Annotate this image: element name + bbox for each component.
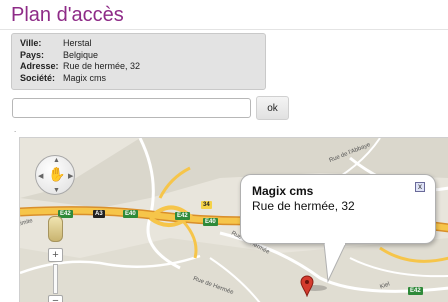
highway-shield: E42 [408, 287, 423, 295]
close-icon[interactable]: x [415, 182, 425, 192]
zoom-out-button[interactable]: − [48, 295, 63, 302]
address-search-input[interactable] [12, 98, 251, 118]
info-value: Rue de hermée, 32 [63, 61, 141, 71]
pan-down-arrow-icon[interactable]: ▼ [53, 187, 60, 194]
separator-dot: . [14, 125, 17, 134]
title-divider [0, 29, 448, 30]
page-title: Plan d'accès [11, 4, 124, 26]
info-value: Herstal [63, 38, 92, 48]
highway-shield: E40 [203, 218, 218, 226]
zoom-in-button[interactable]: + [48, 248, 63, 262]
info-row-ville: Ville: Herstal [20, 38, 265, 50]
pan-left-arrow-icon[interactable]: ◀ [38, 172, 43, 180]
highway-shield: A3 [93, 210, 105, 218]
info-label: Adresse: [20, 61, 59, 71]
zoom-slider[interactable] [53, 264, 58, 294]
info-label: Pays: [20, 49, 45, 60]
ok-button[interactable]: ok [256, 96, 289, 120]
info-row-societe: Société: Magix cms [20, 73, 265, 85]
pan-right-arrow-icon[interactable]: ▶ [68, 172, 73, 180]
info-box: Ville: Herstal Pays: Belgique Adresse: R… [11, 33, 266, 90]
map-marker-icon[interactable] [300, 275, 314, 297]
hand-icon: ✋ [48, 166, 66, 182]
info-label: Ville: [20, 38, 42, 48]
map[interactable]: E42 A3 E40 E42 34 E40 E42 Rue de l'Abbay… [19, 137, 448, 302]
info-window-tail [323, 243, 347, 283]
highway-shield: E42 [175, 212, 190, 220]
info-window-title: Magix cms [252, 184, 314, 198]
exit-shield: 34 [201, 201, 212, 209]
pan-up-arrow-icon[interactable]: ▲ [53, 157, 60, 164]
info-window: Magix cms Rue de hermée, 32 x [240, 174, 436, 244]
info-label: Société: [20, 72, 56, 83]
pan-control[interactable]: ▲ ▼ ◀ ▶ ✋ [35, 155, 75, 195]
info-value: Magix cms [63, 72, 107, 83]
info-value: Belgique [63, 49, 99, 60]
info-row-adresse: Adresse: Rue de hermée, 32 [20, 61, 265, 73]
info-window-address: Rue de hermée, 32 [252, 199, 355, 213]
street-view-pegman-icon[interactable] [48, 216, 63, 242]
info-row-pays: Pays: Belgique [20, 50, 265, 62]
highway-shield: E40 [123, 210, 138, 218]
